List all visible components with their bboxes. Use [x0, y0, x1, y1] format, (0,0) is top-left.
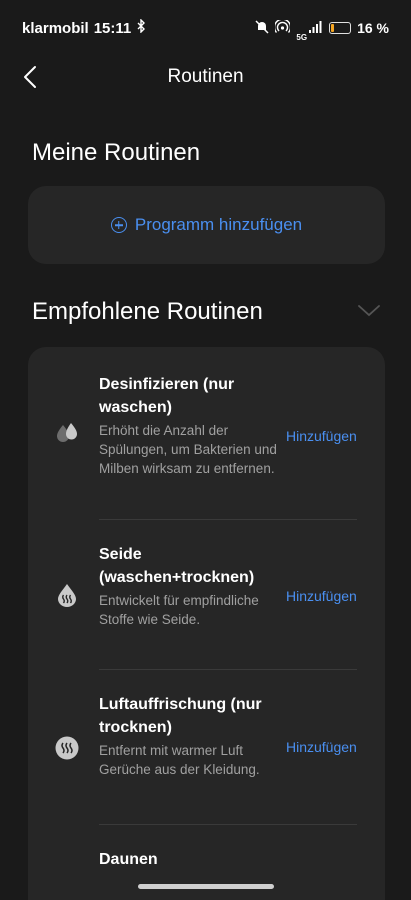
routine-item: Seide (waschen+trocknen) Entwickelt für … [28, 543, 385, 663]
add-routine-button[interactable]: Hinzufügen [286, 739, 357, 755]
steam-circle-icon [54, 735, 80, 761]
chevron-down-icon [358, 305, 380, 317]
divider [99, 824, 357, 825]
add-routine-button[interactable]: Hinzufügen [286, 428, 357, 444]
chevron-left-icon [24, 66, 36, 88]
header: Routinen [0, 52, 411, 102]
routine-description: Entfernt mit warmer Luft Gerüche aus der… [99, 743, 260, 777]
plus-circle-icon [110, 217, 127, 233]
routine-name: Daunen [99, 851, 158, 868]
routine-name: Luftauffrischung (nur trocknen) [99, 696, 262, 736]
clock: 15:11 [93, 19, 132, 37]
routine-name: Desinfizieren (nur waschen) [99, 376, 235, 416]
status-bar: klarmobil 15:11 5G 16 % [0, 0, 411, 56]
mute-bell-icon [255, 19, 269, 37]
divider [99, 669, 357, 670]
droplets-icon [54, 420, 80, 446]
battery-icon [329, 22, 352, 34]
home-indicator[interactable] [138, 884, 274, 889]
collapse-button[interactable] [356, 300, 382, 322]
bluetooth-icon [136, 18, 146, 37]
routine-item: Daunen [28, 848, 385, 900]
recommended-routines-heading: Empfohlene Routinen [32, 298, 263, 325]
signal-icon [309, 20, 323, 36]
add-program-button[interactable]: Programm hinzufügen [28, 186, 385, 264]
my-routines-heading: Meine Routinen [32, 139, 201, 166]
recommended-routines-list: Desinfizieren (nur waschen) Erhöht die A… [28, 347, 385, 900]
network-type: 5G [296, 32, 308, 42]
carrier-name: klarmobil [22, 19, 89, 37]
routine-description: Entwickelt für empfindliche Stoffe wie S… [99, 593, 259, 627]
routine-item: Desinfizieren (nur waschen) Erhöht die A… [28, 373, 385, 523]
hotspot-icon [274, 18, 292, 37]
routine-item: Luftauffrischung (nur trocknen) Entfernt… [28, 693, 385, 813]
battery-level: 16 % [357, 20, 389, 36]
page-title: Routinen [167, 66, 244, 87]
routine-description: Erhöht die Anzahl der Spülungen, um Bakt… [99, 423, 277, 476]
add-routine-button[interactable]: Hinzufügen [286, 588, 357, 604]
add-program-label: Programm hinzufügen [134, 215, 303, 234]
steam-drop-icon [54, 582, 80, 608]
routine-name: Seide (waschen+trocknen) [99, 546, 255, 586]
back-button[interactable] [16, 63, 44, 91]
divider [99, 519, 357, 520]
